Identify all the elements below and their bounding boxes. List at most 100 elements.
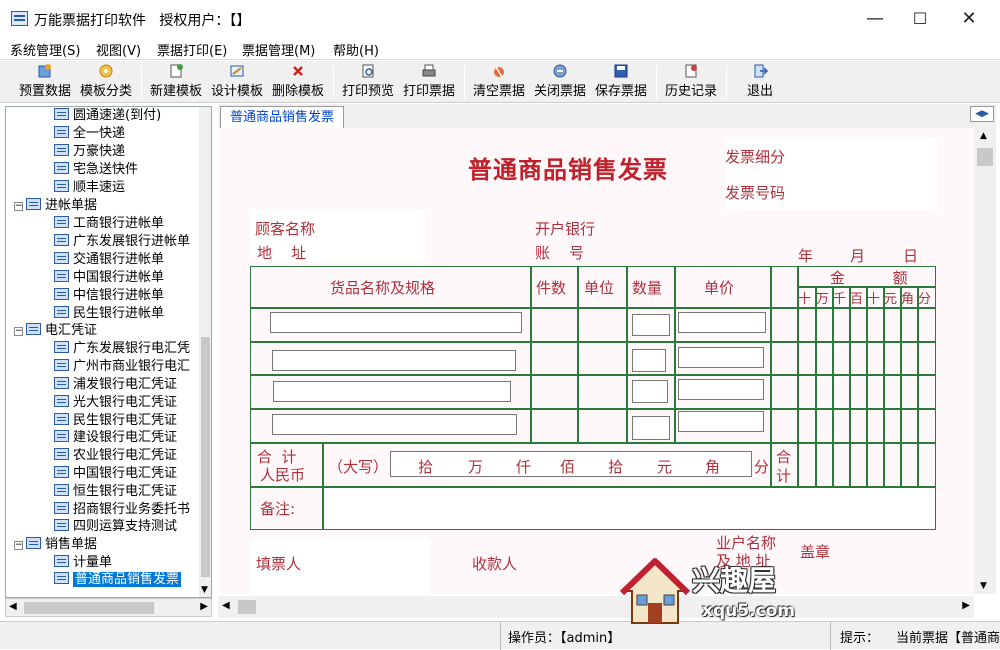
table-line bbox=[674, 266, 676, 442]
goods-input[interactable] bbox=[272, 350, 516, 371]
capital-label: （大写） bbox=[328, 458, 389, 476]
delete-template-button[interactable]: 删除模板 bbox=[269, 63, 327, 101]
tree-item[interactable]: 顺丰速运 bbox=[54, 179, 125, 196]
maximize-button[interactable]: ☐ bbox=[895, 0, 945, 38]
scroll-right-arrow-icon[interactable]: ▶ bbox=[200, 601, 208, 612]
qty-input[interactable] bbox=[632, 416, 670, 440]
tree-item[interactable]: 恒生银行电汇凭证 bbox=[54, 483, 177, 500]
clear-button[interactable]: 清空票据 bbox=[470, 63, 528, 101]
close-button[interactable]: ✕ bbox=[944, 0, 994, 38]
menu-manage[interactable]: 票据管理(M) bbox=[242, 40, 315, 59]
document-icon bbox=[54, 252, 69, 264]
capital-unit: 拾 bbox=[418, 458, 434, 476]
date-year-label: 年 bbox=[798, 247, 814, 265]
tree-item[interactable]: 广东发展银行电汇凭 bbox=[54, 340, 190, 357]
document-icon bbox=[54, 502, 69, 514]
menu-print[interactable]: 票据打印(E) bbox=[157, 40, 227, 59]
tree-item[interactable]: 建设银行电汇凭证 bbox=[54, 429, 177, 446]
tree-item[interactable]: 全一快递 bbox=[54, 125, 125, 142]
table-line bbox=[577, 266, 579, 442]
preset-data-button[interactable]: 预置数据 bbox=[16, 63, 74, 101]
scroll-down-arrow-icon[interactable]: ▼ bbox=[980, 581, 987, 591]
price-input[interactable] bbox=[678, 411, 764, 432]
tree-item[interactable]: 民生银行进帐单 bbox=[54, 305, 164, 322]
tree-item[interactable]: 农业银行电汇凭证 bbox=[54, 447, 177, 464]
tree-hscroll-thumb[interactable] bbox=[24, 602, 154, 614]
collapse-toggle[interactable]: − bbox=[14, 327, 23, 336]
category-label: 模板分类 bbox=[79, 84, 132, 99]
tree-group[interactable]: − 进帐单据 bbox=[14, 197, 97, 214]
tree-item[interactable]: 中信银行进帐单 bbox=[54, 287, 164, 304]
tree-item[interactable]: 中国银行进帐单 bbox=[54, 269, 164, 286]
tree-item[interactable]: 中国银行电汇凭证 bbox=[54, 465, 177, 482]
document-icon bbox=[54, 216, 69, 228]
table-line bbox=[849, 286, 851, 486]
scroll-up-arrow-icon[interactable]: ▲ bbox=[980, 131, 987, 141]
exit-button[interactable]: 退出 bbox=[740, 63, 780, 101]
status-divider bbox=[500, 622, 501, 650]
current-doc-status: 当前票据【普通商 bbox=[896, 631, 1000, 646]
history-button[interactable]: 历史记录 bbox=[662, 63, 720, 101]
qty-input[interactable] bbox=[632, 380, 668, 403]
tree-group[interactable]: − 销售单据 bbox=[14, 536, 97, 553]
scroll-right-arrow-icon[interactable]: ▶ bbox=[962, 600, 970, 611]
scroll-down-arrow-icon[interactable]: ▼ bbox=[201, 585, 208, 595]
tree-item[interactable]: 万豪快递 bbox=[54, 143, 125, 160]
goods-input[interactable] bbox=[270, 312, 522, 333]
tree-item[interactable]: 广东发展银行进帐单 bbox=[54, 233, 190, 250]
menu-system[interactable]: 系统管理(S) bbox=[10, 40, 80, 59]
price-input[interactable] bbox=[678, 379, 764, 400]
doc-hscrollbar[interactable]: ◀ ▶ bbox=[218, 596, 974, 618]
close-document-button[interactable]: 关闭票据 bbox=[531, 63, 589, 101]
qty-input[interactable] bbox=[632, 349, 666, 372]
table-line bbox=[900, 286, 902, 486]
tree-group[interactable]: − 电汇凭证 bbox=[14, 322, 97, 339]
menu-help[interactable]: 帮助(H) bbox=[333, 40, 379, 59]
scroll-left-arrow-icon[interactable]: ◀ bbox=[9, 601, 17, 612]
scroll-left-arrow-icon[interactable]: ◀ bbox=[222, 600, 230, 611]
tree-item[interactable]: 交通银行进帐单 bbox=[54, 251, 164, 268]
title-bar: 万能票据打印软件 授权用户：【】 — ☐ ✕ bbox=[0, 0, 1000, 38]
minimize-button[interactable]: — bbox=[850, 0, 900, 38]
document-icon bbox=[54, 162, 69, 174]
tree-item[interactable]: 招商银行业务委托书 bbox=[54, 501, 190, 518]
price-input[interactable] bbox=[678, 347, 764, 368]
template-tree[interactable]: 圆通速递(到付) 全一快递 万豪快递 宅急送快件 顺丰速运 − 进帐单据 工商银行… bbox=[5, 106, 212, 598]
tree-scrollbar[interactable]: ▼ bbox=[199, 107, 211, 597]
remark-input[interactable] bbox=[324, 488, 934, 528]
tree-item[interactable]: 光大银行电汇凭证 bbox=[54, 394, 177, 411]
doc-vscrollbar[interactable]: ▲ ▼ bbox=[974, 128, 996, 594]
goods-input[interactable] bbox=[273, 381, 511, 402]
design-template-button[interactable]: 设计模板 bbox=[208, 63, 266, 101]
tab-scroll-icon[interactable]: ◀▶ bbox=[970, 106, 994, 122]
print-preview-button[interactable]: 打印预览 bbox=[339, 63, 397, 101]
tree-hscrollbar[interactable]: ◀ ▶ bbox=[5, 598, 212, 617]
tree-item[interactable]: 四则运算支持测试 bbox=[54, 518, 177, 535]
doc-vscroll-thumb[interactable] bbox=[977, 148, 993, 166]
goods-input[interactable] bbox=[272, 414, 517, 435]
tree-item[interactable]: 圆通速递(到付) bbox=[54, 107, 161, 124]
tab-invoice[interactable]: 普通商品销售发票 bbox=[220, 106, 344, 128]
collapse-toggle[interactable]: − bbox=[14, 541, 23, 550]
category-button[interactable]: 模板分类 bbox=[78, 63, 134, 101]
tree-item[interactable]: 宅急送快件 bbox=[54, 161, 138, 178]
menu-view[interactable]: 视图(V) bbox=[96, 40, 141, 59]
collapse-toggle[interactable]: − bbox=[14, 202, 23, 211]
tree-item[interactable]: 浦发银行电汇凭证 bbox=[54, 376, 177, 393]
new-template-button[interactable]: 新建模板 bbox=[147, 63, 205, 101]
table-line bbox=[917, 286, 919, 486]
tree-scroll-thumb[interactable] bbox=[201, 337, 210, 577]
doc-hscroll-thumb[interactable] bbox=[238, 600, 256, 614]
capital-unit: 元 bbox=[657, 458, 673, 476]
tree-item[interactable]: 民生银行电汇凭证 bbox=[54, 412, 177, 429]
watermark-cn: 兴趣屋 bbox=[692, 564, 777, 597]
price-input[interactable] bbox=[678, 312, 766, 333]
qty-input[interactable] bbox=[632, 314, 670, 336]
tree-item-selected[interactable]: 普通商品销售发票 bbox=[54, 571, 182, 588]
tree-item[interactable]: 广州市商业银行电汇 bbox=[54, 358, 190, 375]
tree-item[interactable]: 计量单 bbox=[54, 554, 112, 571]
save-button[interactable]: 保存票据 bbox=[592, 63, 650, 101]
print-button[interactable]: 打印票据 bbox=[400, 63, 458, 101]
tree-item[interactable]: 工商银行进帐单 bbox=[54, 215, 164, 232]
document-icon bbox=[54, 270, 69, 282]
